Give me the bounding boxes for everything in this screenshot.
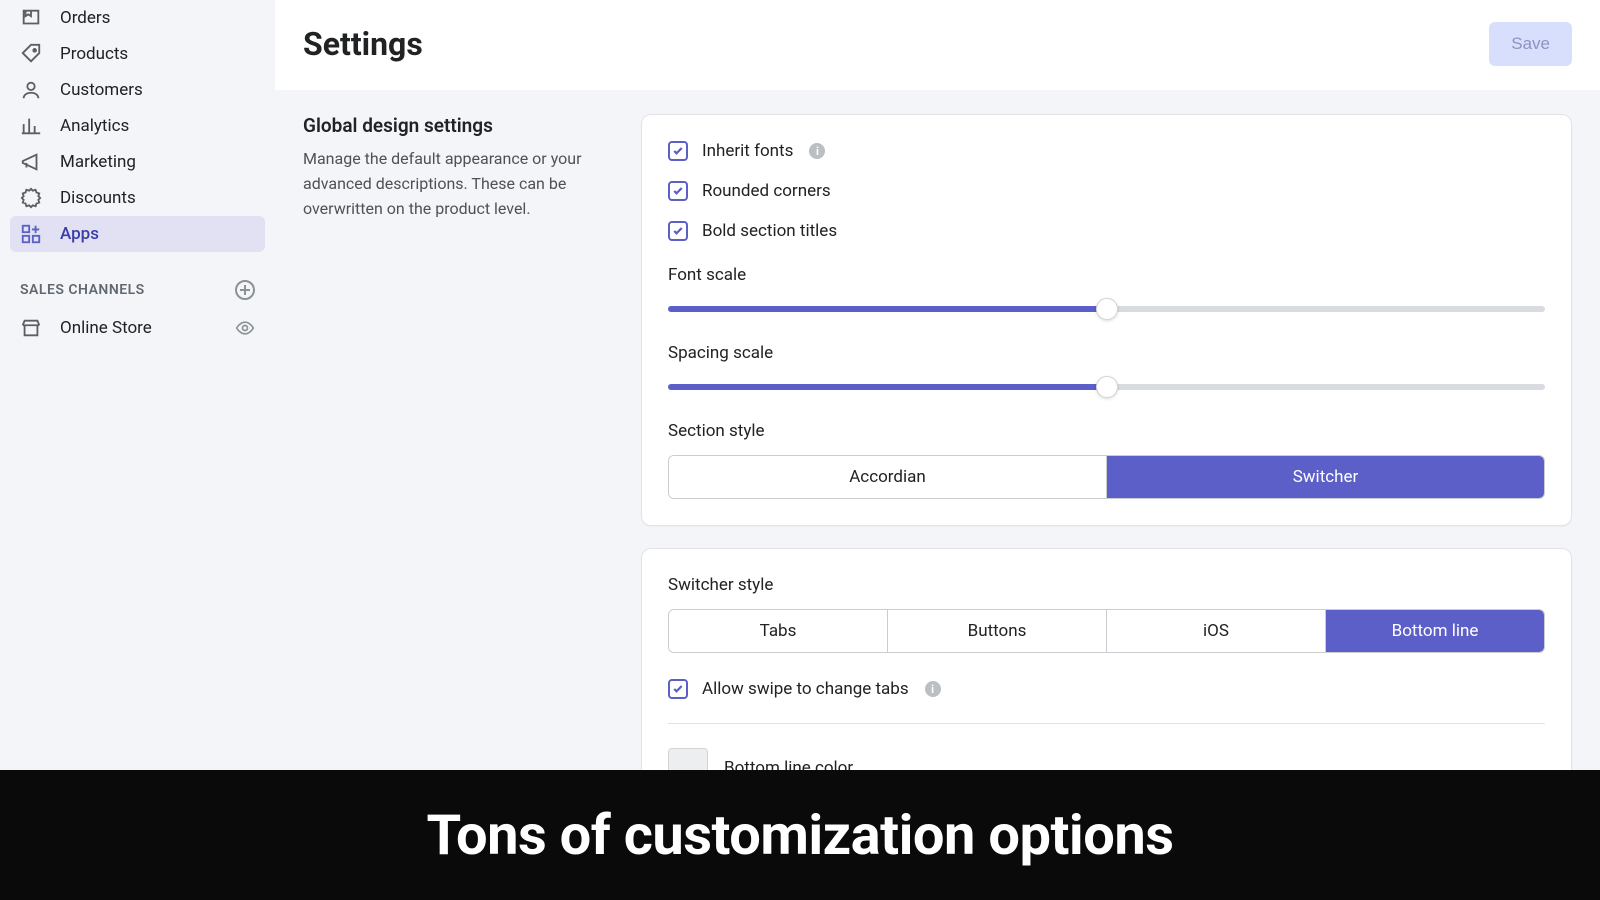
checkbox-checked-icon[interactable] [668,141,688,161]
sidebar-item-label: Marketing [60,152,136,172]
rounded-corners-label: Rounded corners [702,181,831,201]
rounded-corners-row[interactable]: Rounded corners [668,181,1545,201]
inherit-fonts-label: Inherit fonts [702,141,793,161]
switcher-opt-tabs[interactable]: Tabs [669,610,888,652]
sidebar-item-marketing[interactable]: Marketing [10,144,265,180]
discount-icon [20,187,42,209]
slider-thumb[interactable] [1096,298,1118,320]
switcher-opt-ios[interactable]: iOS [1107,610,1326,652]
allow-swipe-row[interactable]: Allow swipe to change tabs i [668,679,1545,699]
eye-icon[interactable] [235,318,255,338]
save-button[interactable]: Save [1489,22,1572,66]
checkbox-checked-icon[interactable] [668,181,688,201]
main: Settings Save Global design settings Man… [275,0,1600,900]
sidebar-item-customers[interactable]: Customers [10,72,265,108]
sidebar-item-label: Online Store [60,318,152,338]
sidebar: Orders Products Customers Analytics Mark… [0,0,275,900]
topbar: Settings Save [275,0,1600,90]
bars-icon [20,115,42,137]
switcher-style-segmented: Tabs Buttons iOS Bottom line [668,609,1545,653]
spacing-scale-slider[interactable] [668,377,1545,397]
slider-fill [668,384,1107,390]
font-scale-slider[interactable] [668,299,1545,319]
promo-banner: Tons of customization options [0,770,1600,900]
sidebar-item-label: Discounts [60,188,136,208]
megaphone-icon [20,151,42,173]
section-style-switcher[interactable]: Switcher [1107,456,1544,498]
global-design-card: Inherit fonts i Rounded corners Bold sec… [641,114,1572,526]
sales-channels-label: SALES CHANNELS [20,282,145,298]
switcher-opt-bottom-line[interactable]: Bottom line [1326,610,1544,652]
orders-icon [20,7,42,29]
section-style-label: Section style [668,421,1545,441]
sales-channels-header: SALES CHANNELS [10,252,265,310]
bold-titles-row[interactable]: Bold section titles [668,221,1545,241]
store-icon [20,317,42,339]
checkbox-checked-icon[interactable] [668,679,688,699]
sidebar-item-online-store[interactable]: Online Store [10,310,265,346]
slider-thumb[interactable] [1096,376,1118,398]
apps-icon [20,223,42,245]
global-settings-title: Global design settings [303,114,613,137]
section-style-accordion[interactable]: Accordian [669,456,1107,498]
sidebar-item-discounts[interactable]: Discounts [10,180,265,216]
sidebar-item-orders[interactable]: Orders [10,0,265,36]
banner-text: Tons of customization options [427,802,1174,868]
sidebar-item-analytics[interactable]: Analytics [10,108,265,144]
section-style-segmented: Accordian Switcher [668,455,1545,499]
switcher-style-label: Switcher style [668,575,1545,595]
allow-swipe-label: Allow swipe to change tabs [702,679,909,699]
sidebar-item-label: Orders [60,8,110,28]
section-header-block: Global design settings Manage the defaul… [303,114,613,876]
settings-column: Inherit fonts i Rounded corners Bold sec… [641,114,1572,876]
info-icon[interactable]: i [809,143,825,159]
page-title: Settings [303,25,423,63]
sidebar-item-label: Customers [60,80,143,100]
inherit-fonts-row[interactable]: Inherit fonts i [668,141,1545,161]
sidebar-item-label: Products [60,44,128,64]
person-icon [20,79,42,101]
sidebar-item-label: Apps [60,224,99,244]
font-scale-label: Font scale [668,265,1545,285]
sidebar-item-label: Analytics [60,116,129,136]
bold-titles-label: Bold section titles [702,221,837,241]
global-settings-desc: Manage the default appearance or your ad… [303,147,613,221]
info-icon[interactable]: i [925,681,941,697]
tag-icon [20,43,42,65]
switcher-opt-buttons[interactable]: Buttons [888,610,1107,652]
slider-fill [668,306,1107,312]
sidebar-item-apps[interactable]: Apps [10,216,265,252]
add-channel-icon[interactable] [235,280,255,300]
divider [668,723,1545,724]
sidebar-item-products[interactable]: Products [10,36,265,72]
checkbox-checked-icon[interactable] [668,221,688,241]
spacing-scale-label: Spacing scale [668,343,1545,363]
